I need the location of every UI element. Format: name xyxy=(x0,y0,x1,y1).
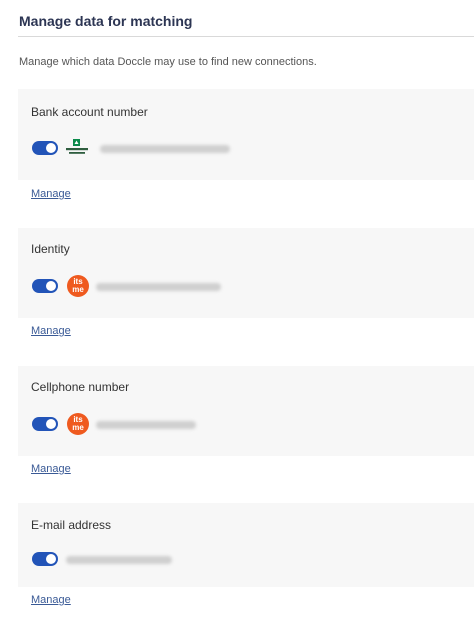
toggle-knob xyxy=(46,419,56,429)
page-title: Manage data for matching xyxy=(19,13,193,29)
card-label: Identity xyxy=(31,242,70,256)
manage-bank-account-link[interactable]: Manage xyxy=(31,188,71,200)
blurred-identity-value xyxy=(96,283,221,291)
cellphone-toggle[interactable] xyxy=(32,417,58,431)
bnp-paribas-fortis-logo xyxy=(66,139,88,154)
toggle-knob xyxy=(46,143,56,153)
toggle-knob xyxy=(46,554,56,564)
title-divider xyxy=(18,36,474,37)
card-label: Bank account number xyxy=(31,105,148,119)
card-label: E-mail address xyxy=(31,518,112,532)
cellphone-card: Cellphone number its me xyxy=(18,366,474,456)
email-card: E-mail address xyxy=(18,503,474,587)
toggle-knob xyxy=(46,281,56,291)
identity-card: Identity its me xyxy=(18,228,474,318)
blurred-bank-account-value xyxy=(100,145,230,153)
card-label: Cellphone number xyxy=(31,380,130,394)
itsme-logo: its me xyxy=(67,275,89,297)
manage-cellphone-link[interactable]: Manage xyxy=(31,463,71,475)
blurred-email-value xyxy=(66,556,172,564)
identity-toggle[interactable] xyxy=(32,279,58,293)
manage-data-page: Manage data for matching Manage which da… xyxy=(0,0,474,625)
itsme-logo: its me xyxy=(67,413,89,435)
page-description: Manage which data Doccle may use to find… xyxy=(19,56,317,68)
blurred-cellphone-value xyxy=(96,421,196,429)
email-toggle[interactable] xyxy=(32,552,58,566)
manage-email-link[interactable]: Manage xyxy=(31,594,71,606)
bank-account-card: Bank account number xyxy=(18,89,474,180)
manage-identity-link[interactable]: Manage xyxy=(31,325,71,337)
bank-account-toggle[interactable] xyxy=(32,141,58,155)
